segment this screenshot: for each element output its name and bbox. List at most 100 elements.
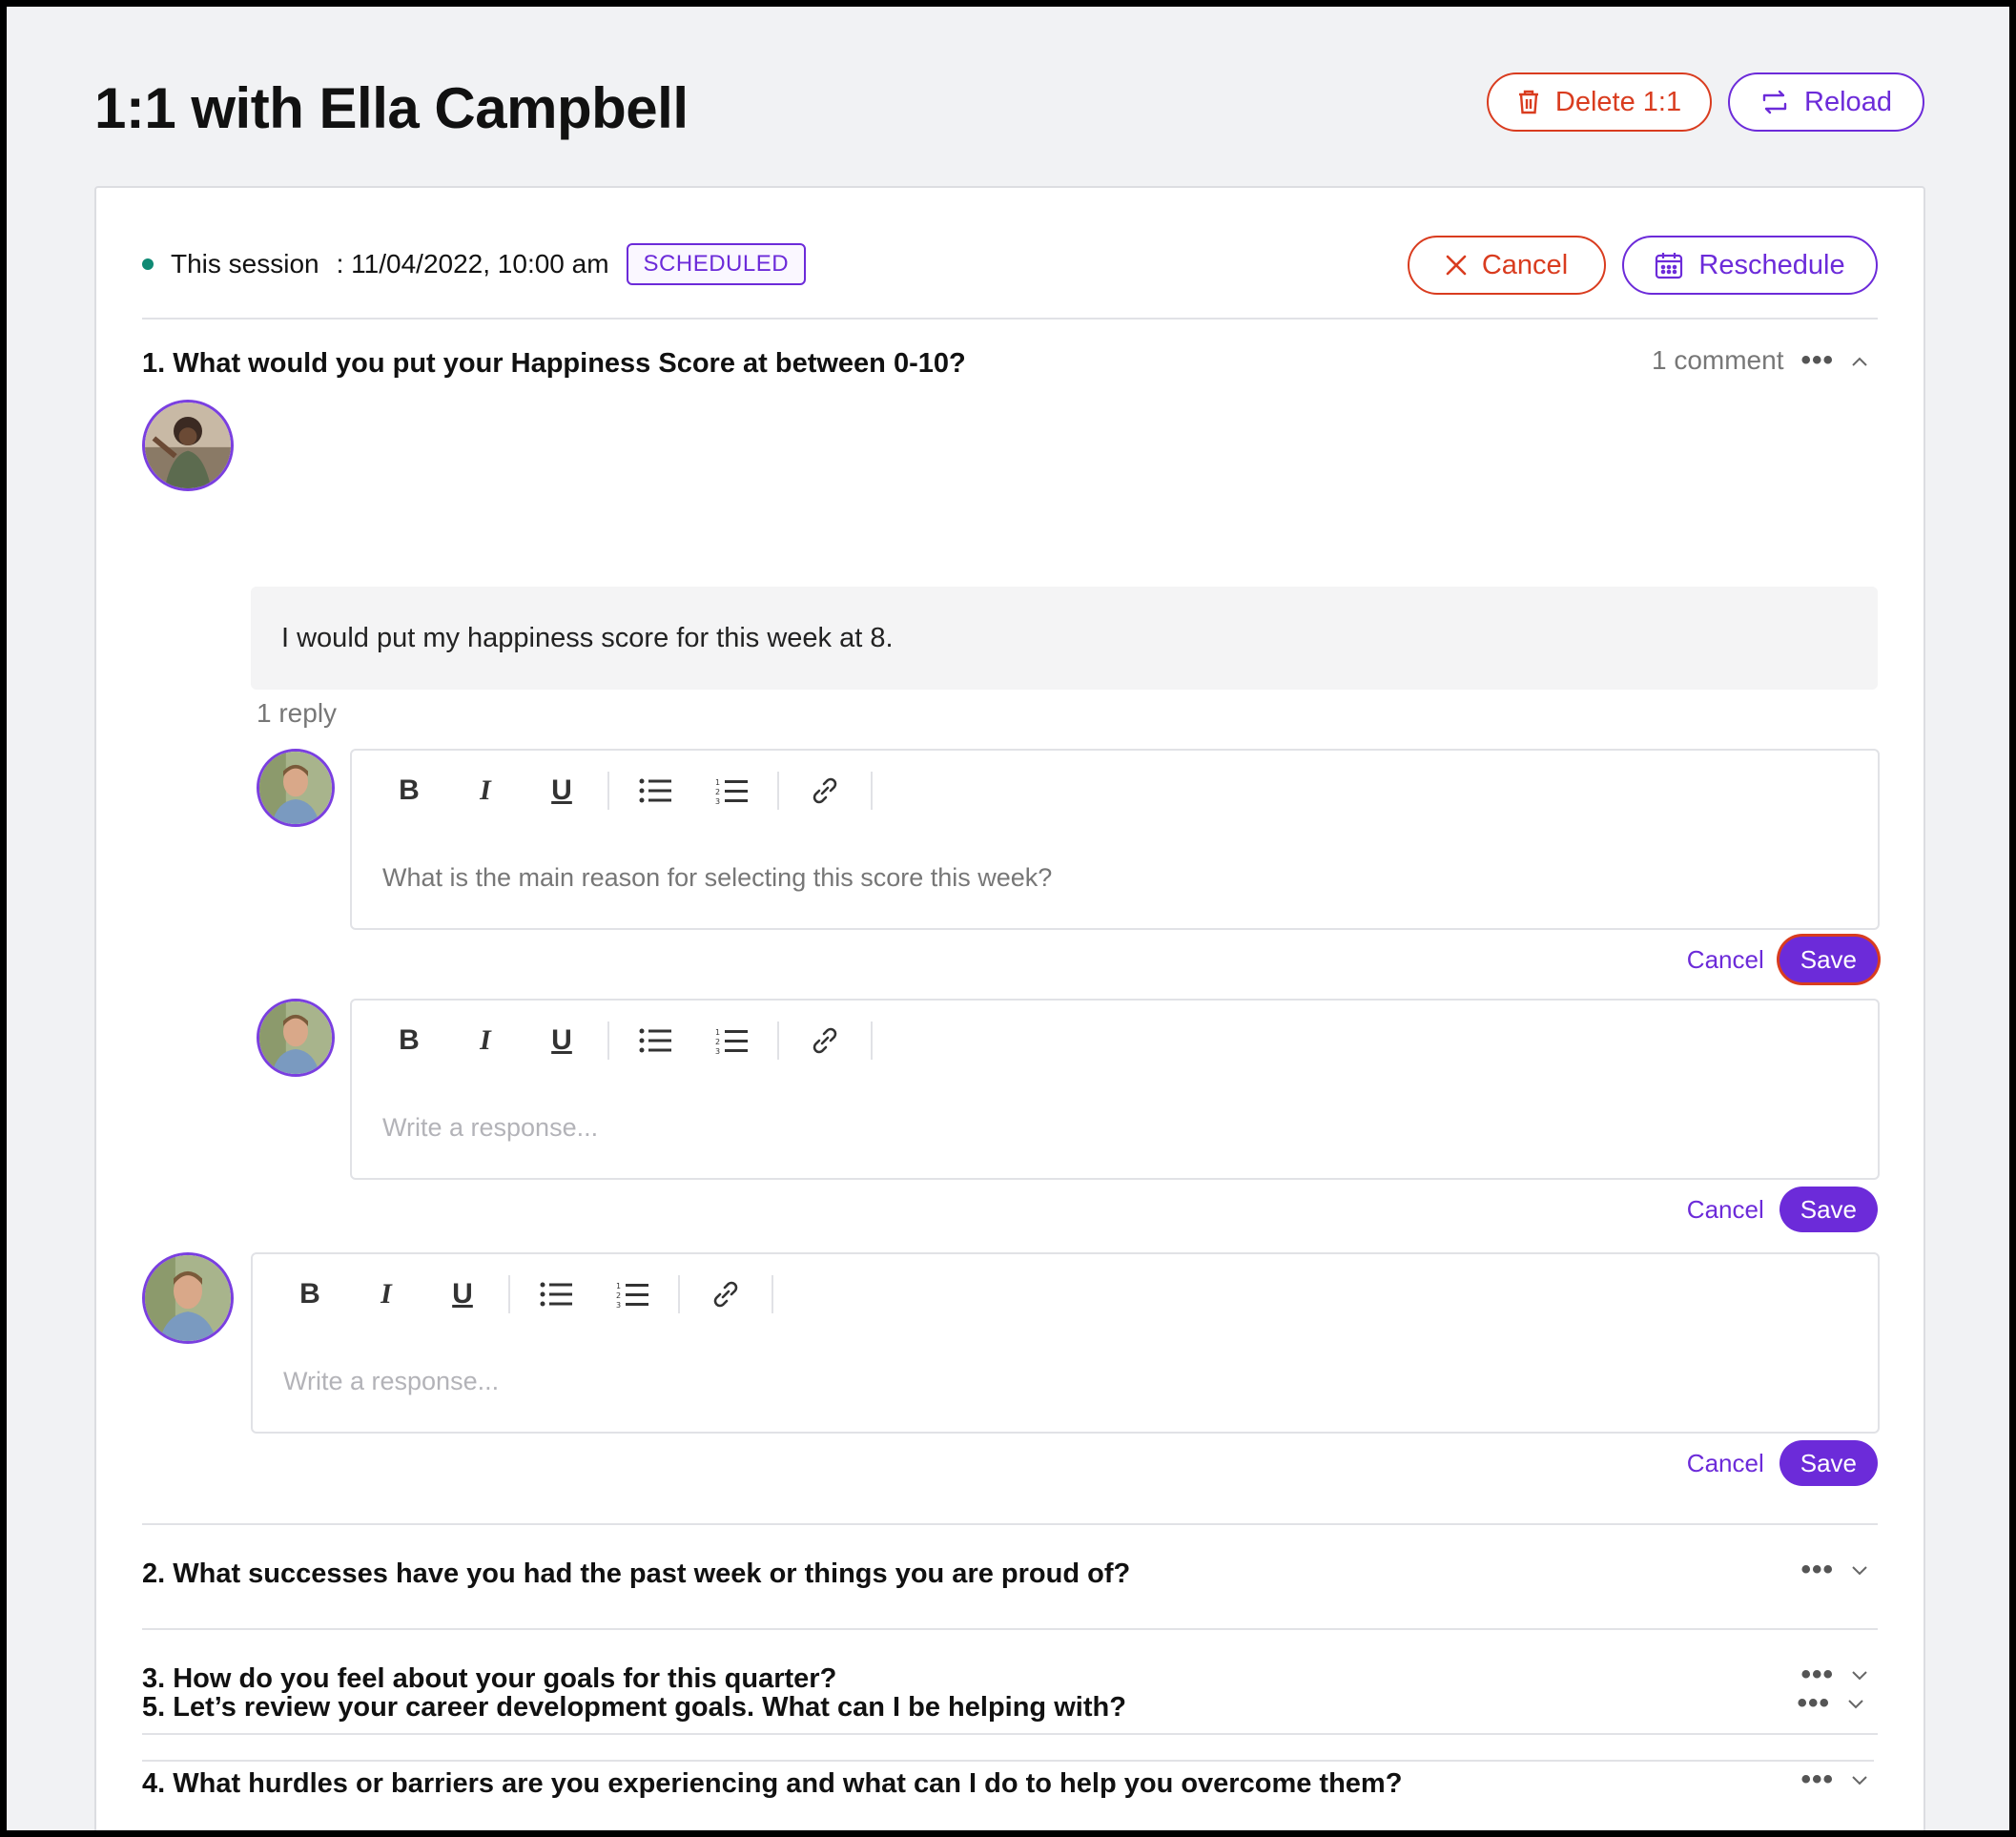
svg-text:1: 1 [715,778,720,787]
chevron-down-icon[interactable] [1847,1691,1864,1716]
underline-button[interactable]: U [524,1018,600,1063]
session-label: This session [171,249,319,279]
avatar-manager [257,999,335,1077]
numbered-list-icon[interactable]: 123 [594,1271,670,1317]
italic-button[interactable]: I [447,768,524,814]
toolbar-separator [871,1022,873,1060]
toolbar-separator [777,1022,779,1060]
question-4-meta: ••• [1800,1764,1868,1796]
toolbar-separator [508,1275,510,1313]
response-placeholder[interactable]: Write a response... [382,1113,598,1143]
underline-button[interactable]: U [424,1271,501,1317]
page: 1:1 with Ella Campbell Delete 1:1 Reload… [7,7,2009,1830]
session-card: This session : 11/04/2022, 10:00 am SCHE… [94,186,1925,1830]
avatar-ella [142,400,234,491]
toolbar-separator [871,772,873,810]
cancel-session-button[interactable]: Cancel [1408,236,1606,295]
comment-count: 1 comment [1651,345,1784,375]
new-response-actions: Cancel Save [1687,1440,1878,1486]
svg-text:3: 3 [715,1047,720,1054]
avatar-manager [257,749,335,827]
toolbar-separator [777,772,779,810]
more-icon[interactable]: ••• [1800,344,1834,377]
link-icon[interactable] [688,1271,764,1317]
reply-text[interactable]: What is the main reason for selecting th… [382,863,1052,893]
cancel-session-label: Cancel [1481,249,1569,280]
chevron-down-icon[interactable] [1851,1558,1868,1582]
reload-label: Reload [1804,86,1892,117]
editor-toolbar: B I U 123 [272,1271,781,1317]
question-4-title[interactable]: 4. What hurdles or barriers are you expe… [142,1768,1402,1800]
bold-button[interactable]: B [371,768,447,814]
svg-text:2: 2 [715,788,720,796]
reply-count[interactable]: 1 reply [257,698,337,729]
more-icon[interactable]: ••• [1800,1764,1834,1796]
reply-save-button[interactable]: Save [1779,937,1878,982]
question-3-title[interactable]: 3. How do you feel about your goals for … [142,1663,836,1695]
reply-cancel-button[interactable]: Cancel [1687,945,1764,975]
response-actions: Cancel Save [1687,1187,1878,1232]
reschedule-label: Reschedule [1698,249,1845,280]
status-badge: SCHEDULED [626,243,807,285]
session-info: This session : 11/04/2022, 10:00 am SCHE… [142,241,807,287]
page-title: 1:1 with Ella Campbell [94,76,689,140]
bullet-list-icon[interactable] [518,1271,594,1317]
new-response-placeholder[interactable]: Write a response... [283,1367,499,1396]
status-dot [142,258,154,270]
chevron-up-icon[interactable] [1851,348,1868,373]
more-icon[interactable]: ••• [1800,1554,1834,1586]
reply-actions: Cancel Save [1687,937,1878,982]
more-icon[interactable]: ••• [1800,1659,1834,1691]
svg-text:2: 2 [715,1038,720,1046]
comment-bubble: I would put my happiness score for this … [251,587,1878,690]
reschedule-button[interactable]: Reschedule [1622,236,1878,295]
reply-editor[interactable]: B I U 123 What is the main reason for se… [350,749,1880,930]
chevron-down-icon[interactable] [1851,1662,1868,1687]
bullet-list-icon[interactable] [617,768,693,814]
italic-button[interactable]: I [348,1271,424,1317]
question-2-title[interactable]: 2. What successes have you had the past … [142,1558,1130,1590]
delete-button[interactable]: Delete 1:1 [1487,72,1712,132]
chevron-down-icon[interactable] [1851,1767,1868,1792]
link-icon[interactable] [787,1018,863,1063]
session-datetime: : 11/04/2022, 10:00 am [336,249,609,279]
trash-icon [1517,89,1540,115]
toolbar-separator [678,1275,680,1313]
svg-text:3: 3 [715,797,720,804]
question-1-title[interactable]: 1. What would you put your Happiness Sco… [142,348,966,380]
question-3-meta: ••• [1800,1659,1868,1691]
comment-text: I would put my happiness score for this … [281,622,894,653]
new-response-save-button[interactable]: Save [1779,1440,1878,1486]
numbered-list-icon[interactable]: 123 [693,768,770,814]
bold-button[interactable]: B [272,1271,348,1317]
toolbar-separator [771,1275,773,1313]
new-response-editor[interactable]: B I U 123 Write a response... [251,1252,1880,1434]
reload-icon [1760,90,1789,114]
divider [142,1628,1878,1630]
response-save-button[interactable]: Save [1779,1187,1878,1232]
reload-button[interactable]: Reload [1728,72,1924,132]
question-5-meta: ••• [1797,1687,1864,1720]
italic-button[interactable]: I [447,1018,524,1063]
question-2-meta: ••• [1800,1554,1868,1586]
question-1-meta: 1 comment ••• [1652,344,1868,377]
response-cancel-button[interactable]: Cancel [1687,1195,1764,1225]
toolbar-separator [607,1022,609,1060]
divider [142,1733,1878,1735]
question-5-title[interactable]: 5. Let’s review your career development … [142,1692,1126,1723]
delete-label: Delete 1:1 [1554,86,1682,117]
divider [142,1523,1878,1525]
response-editor[interactable]: B I U 123 Write a response... [350,999,1880,1180]
more-icon[interactable]: ••• [1797,1687,1830,1720]
numbered-list-icon[interactable]: 123 [693,1018,770,1063]
close-icon [1446,255,1467,276]
svg-text:1: 1 [715,1028,720,1037]
editor-toolbar: B I U 123 [371,768,880,814]
underline-button[interactable]: U [524,768,600,814]
link-icon[interactable] [787,768,863,814]
toolbar-separator [607,772,609,810]
new-response-cancel-button[interactable]: Cancel [1687,1449,1764,1478]
bold-button[interactable]: B [371,1018,447,1063]
divider [142,318,1878,320]
bullet-list-icon[interactable] [617,1018,693,1063]
